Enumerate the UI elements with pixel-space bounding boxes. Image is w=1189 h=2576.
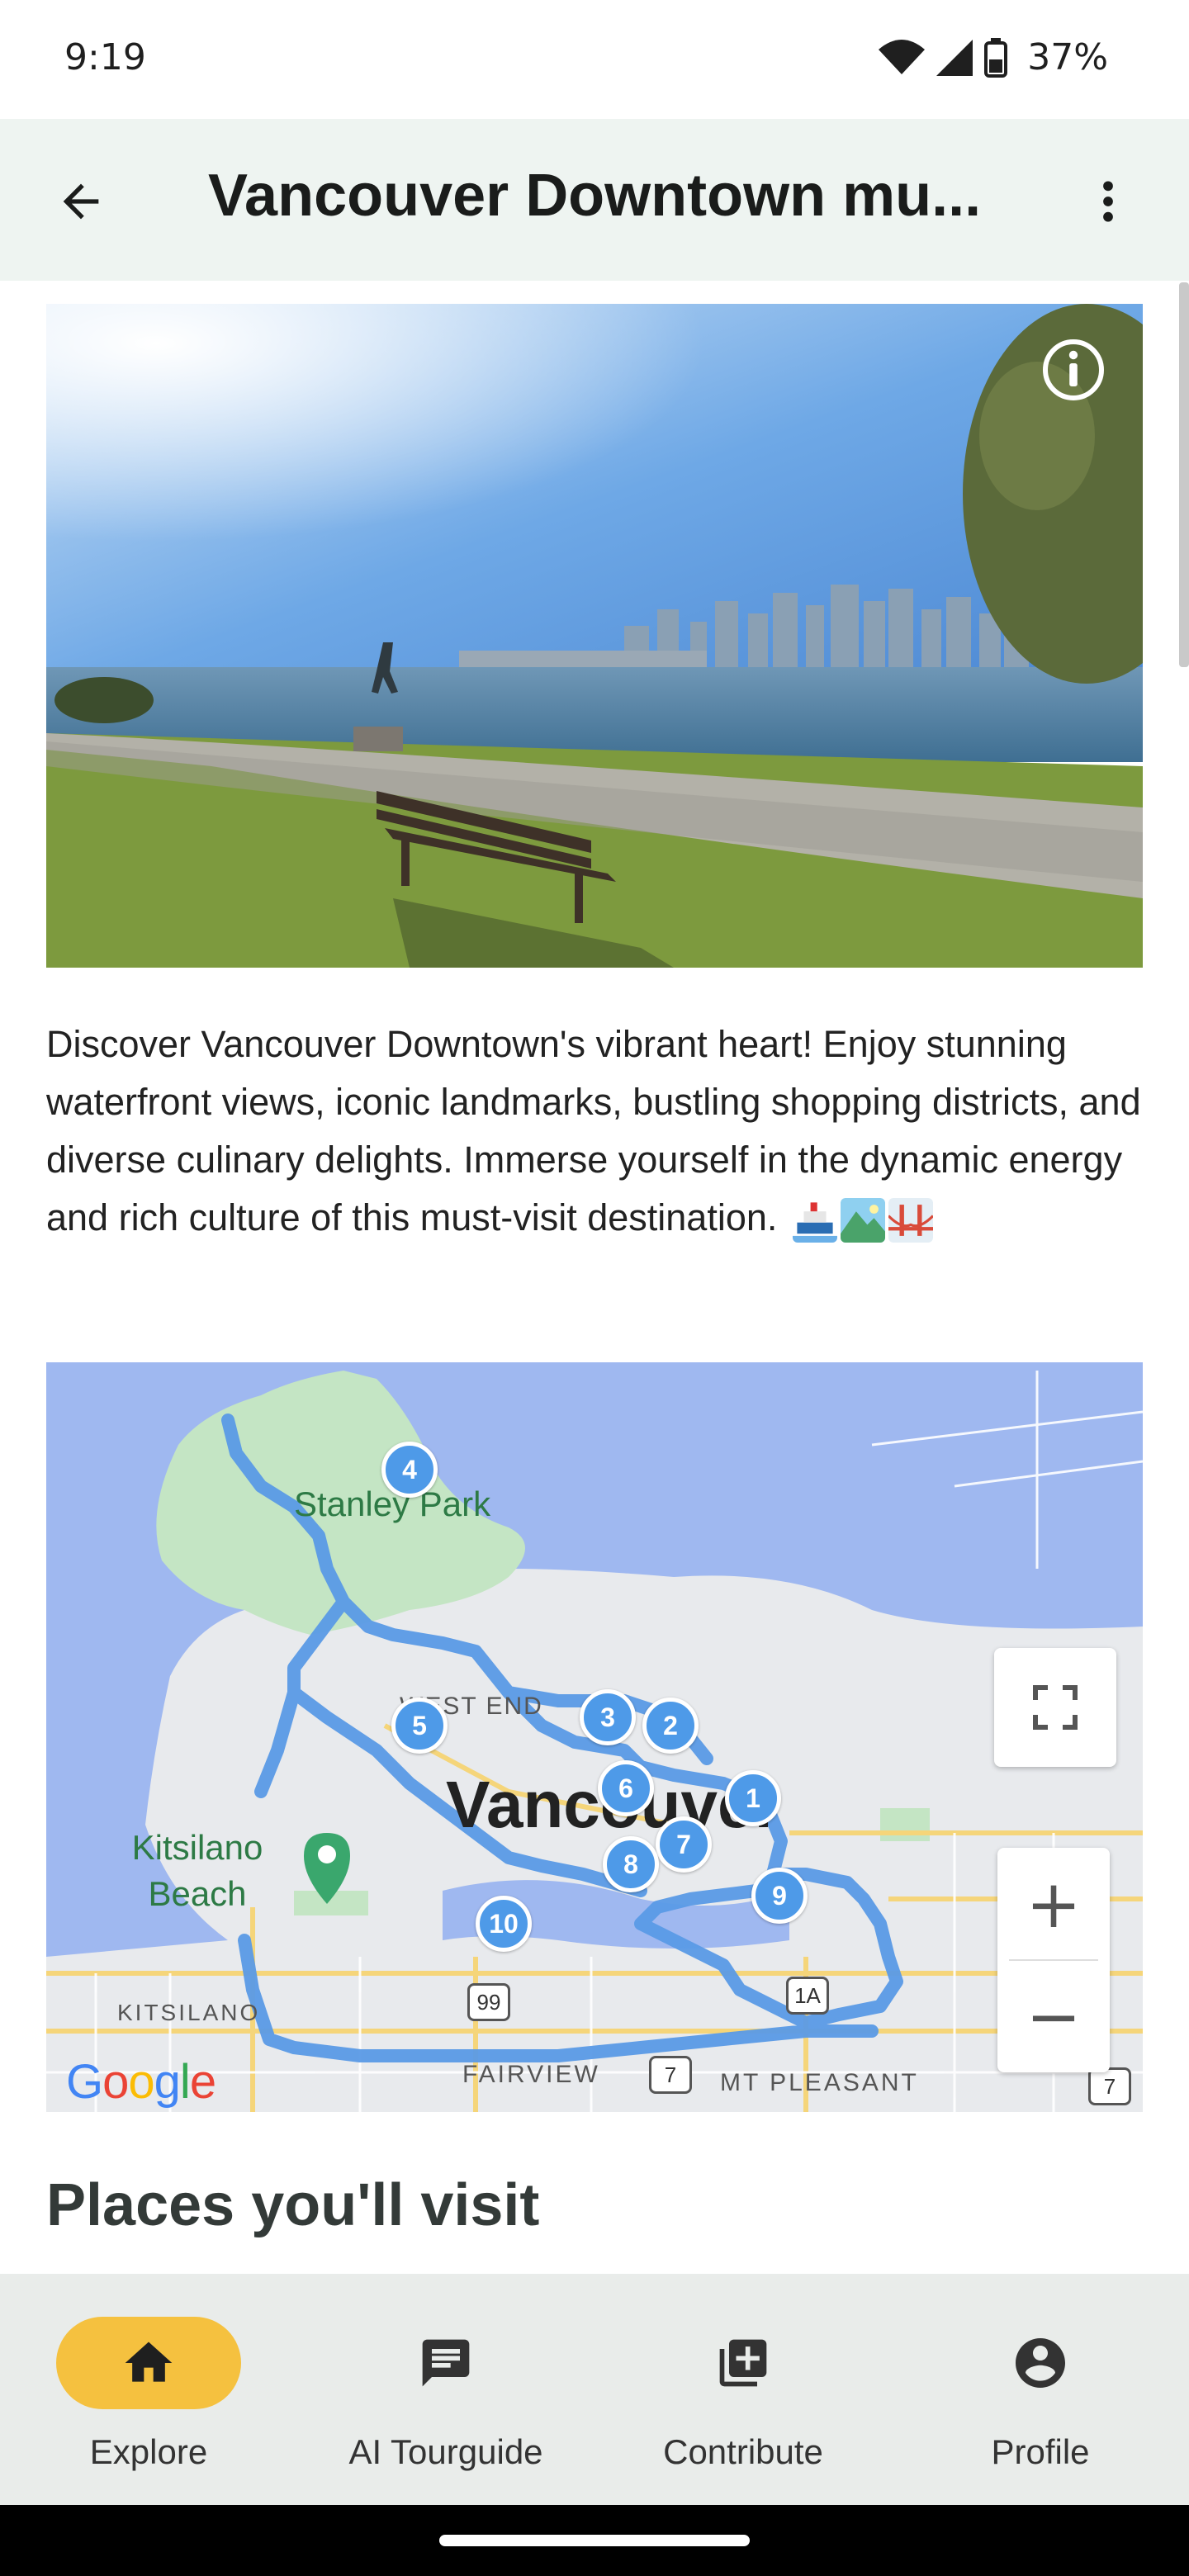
map-label-fairview: FAIRVIEW <box>462 2061 600 2088</box>
nav-pill <box>651 2317 836 2409</box>
road-shield: 7 <box>649 2056 692 2094</box>
battery-icon <box>984 37 1008 78</box>
scrollbar[interactable] <box>1179 282 1189 667</box>
map-marker-8[interactable]: 8 <box>603 1836 659 1892</box>
map-fullscreen-button[interactable] <box>994 1648 1116 1767</box>
system-navigation-bar <box>0 2505 1189 2576</box>
page-title: Vancouver Downtown mu... <box>208 163 982 229</box>
account-icon <box>1016 2338 1065 2388</box>
nav-item-ai-tourguide[interactable]: AI Tourguide <box>297 2274 594 2505</box>
more-vert-icon <box>1103 181 1113 222</box>
nav-label: Profile <box>991 2432 1090 2471</box>
map-marker-3[interactable]: 3 <box>580 1689 636 1745</box>
zoom-in-button[interactable]: + <box>997 1848 1110 1960</box>
map-label-kitsilano-beach: Kitsilano Beach <box>131 1828 263 1913</box>
wifi-icon <box>879 39 926 74</box>
signal-icon <box>936 39 973 76</box>
bottom-navigation: Explore AI Tourguide Contribute Profile <box>0 2274 1189 2505</box>
home-indicator[interactable] <box>439 2535 750 2546</box>
map-marker-2[interactable]: 2 <box>642 1698 699 1754</box>
more-options-button[interactable] <box>1075 168 1141 234</box>
nav-label: AI Tourguide <box>348 2432 543 2471</box>
nav-item-explore[interactable]: Explore <box>0 2274 297 2505</box>
tour-description: Discover Vancouver Downtown's vibrant he… <box>46 1016 1144 1247</box>
places-heading: Places you'll visit <box>46 2172 540 2238</box>
road-shield: 99 <box>467 1983 510 2021</box>
landscape-emoji-icon <box>840 1198 885 1243</box>
home-icon <box>125 2342 173 2382</box>
hero-image <box>46 304 1143 968</box>
road-shield: 7 <box>1088 2067 1131 2105</box>
back-button[interactable] <box>48 168 114 234</box>
map-marker-9[interactable]: 9 <box>751 1868 808 1924</box>
road-shield: 1A <box>786 1977 829 2015</box>
map-marker-1[interactable]: 1 <box>725 1770 781 1826</box>
arrow-back-icon <box>63 183 99 220</box>
add-box-icon <box>719 2339 767 2387</box>
nav-pill <box>948 2317 1133 2409</box>
nav-pill <box>353 2317 538 2409</box>
ship-emoji-icon <box>792 1202 837 1243</box>
nav-pill-active <box>56 2317 241 2409</box>
map-label-kitsilano: KITSILANO <box>117 2000 261 2025</box>
chat-icon <box>422 2339 470 2387</box>
route-map[interactable]: Stanley Park WEST END Vancouver Kitsilan… <box>46 1362 1143 2112</box>
content-scroll[interactable]: Discover Vancouver Downtown's vibrant he… <box>0 281 1189 2274</box>
nav-label: Explore <box>89 2432 208 2471</box>
info-icon[interactable] <box>1040 337 1106 403</box>
status-bar: 9:19 37% <box>0 0 1189 119</box>
map-marker-5[interactable]: 5 <box>391 1698 448 1754</box>
map-marker-4[interactable]: 4 <box>381 1442 438 1498</box>
description-text: Discover Vancouver Downtown's vibrant he… <box>46 1023 1141 1238</box>
map-marker-7[interactable]: 7 <box>656 1816 712 1873</box>
google-logo: Google <box>66 2055 216 2109</box>
nav-item-profile[interactable]: Profile <box>892 2274 1189 2505</box>
emoji-row <box>792 1198 933 1243</box>
map-zoom-controls: + − <box>997 1848 1110 2072</box>
app-bar: Vancouver Downtown mu... <box>0 119 1189 281</box>
fullscreen-icon <box>1033 1685 1078 1730</box>
status-icons: 37% <box>879 36 1108 78</box>
hero-photo <box>46 304 1143 968</box>
nav-item-contribute[interactable]: Contribute <box>594 2274 892 2505</box>
nav-label: Contribute <box>663 2432 823 2471</box>
map-marker-6[interactable]: 6 <box>598 1760 654 1816</box>
map-label-mt-pleasant: MT PLEASANT <box>720 2069 919 2096</box>
zoom-out-button[interactable]: − <box>997 1960 1110 2072</box>
status-time: 9:19 <box>64 36 146 78</box>
map-marker-10[interactable]: 10 <box>476 1896 532 1952</box>
bridge-emoji-icon <box>888 1198 933 1243</box>
battery-percent: 37% <box>1027 36 1108 78</box>
